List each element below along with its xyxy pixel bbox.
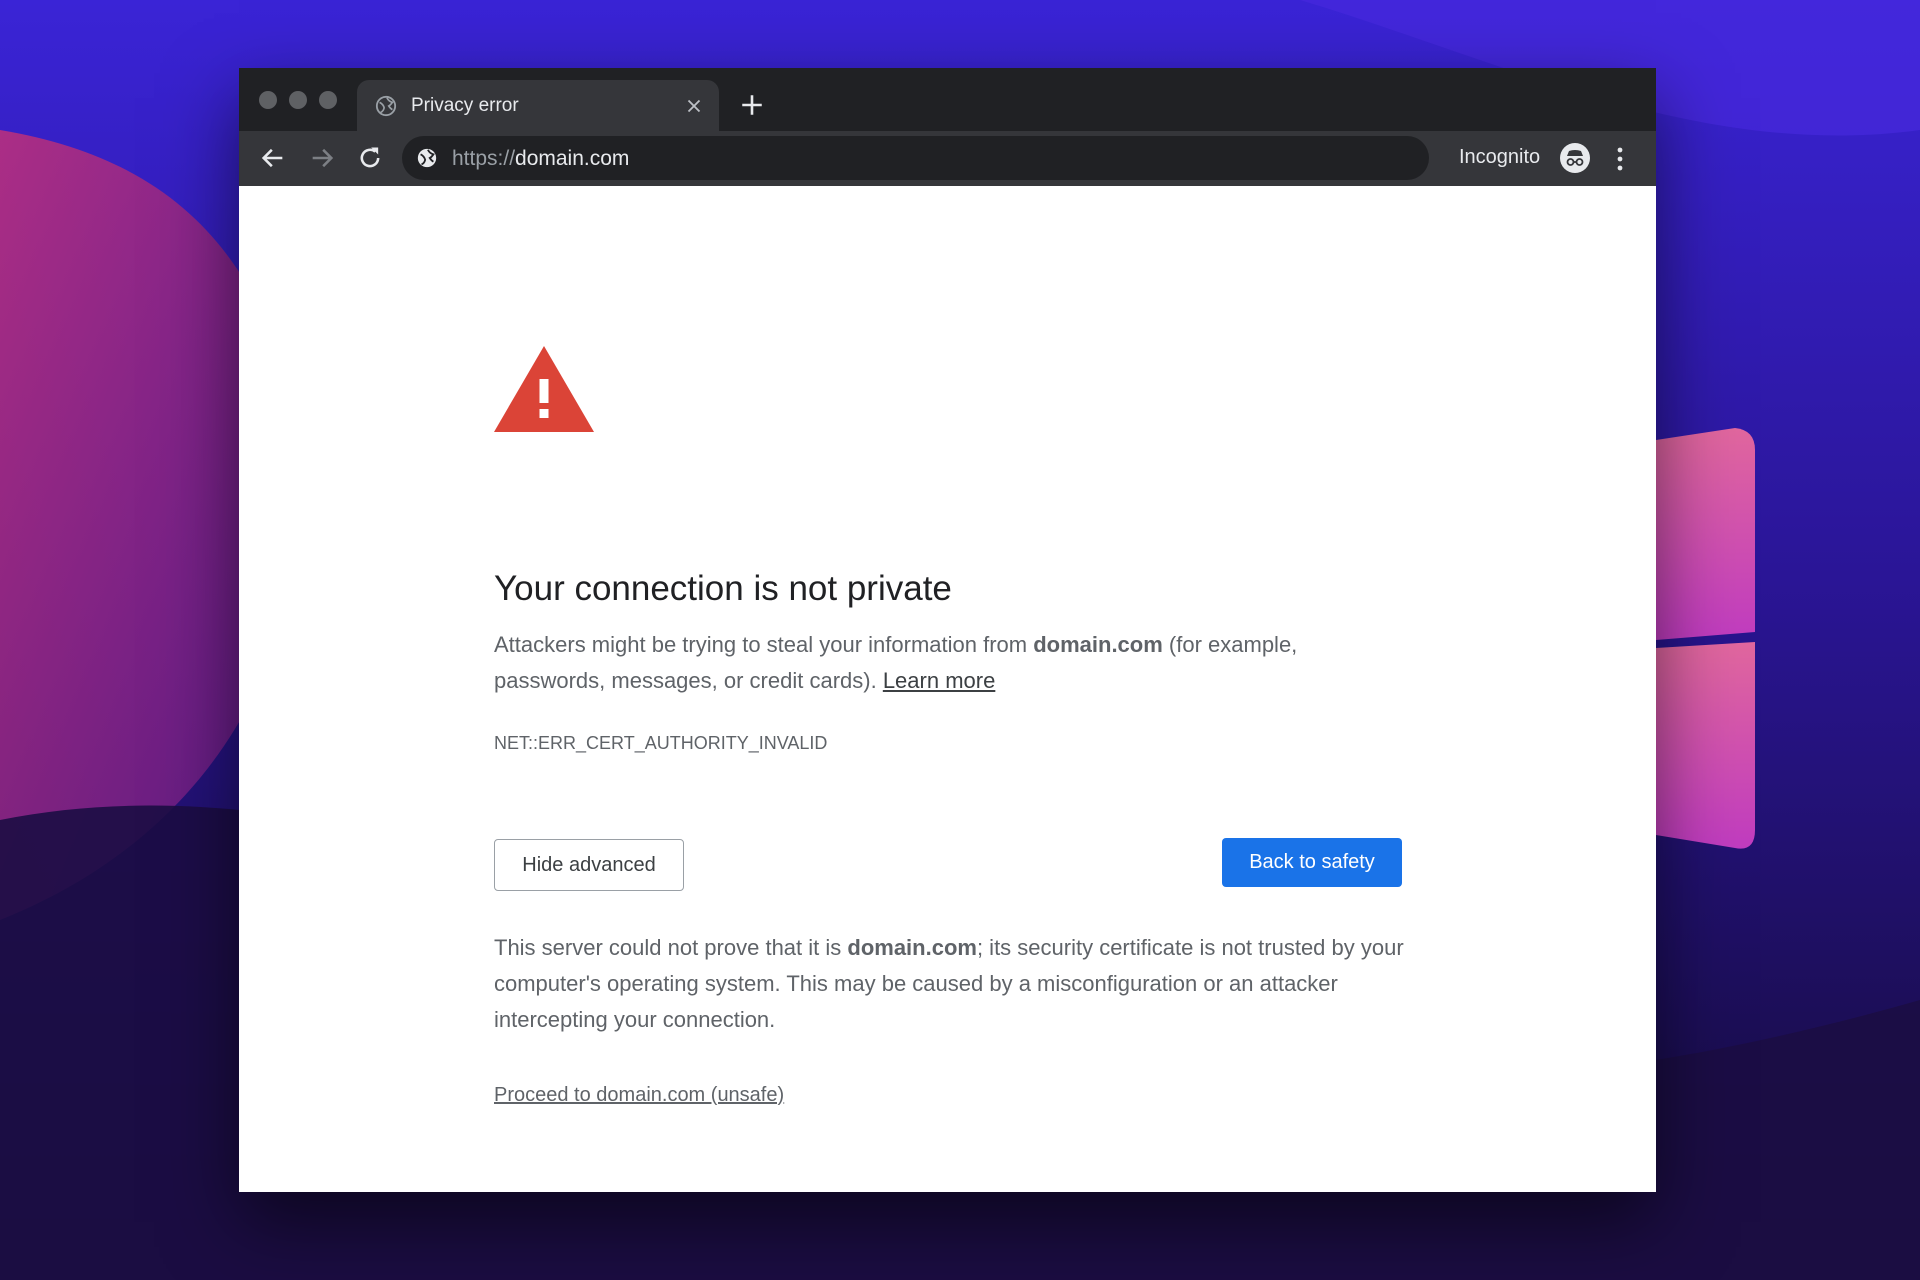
plus-icon[interactable] xyxy=(739,92,765,118)
advanced-details: This server could not prove that it is d… xyxy=(494,930,1414,1038)
learn-more-link[interactable]: Learn more xyxy=(883,668,996,693)
page-content: Your connection is not private Attackers… xyxy=(239,186,1656,1192)
hide-advanced-button[interactable]: Hide advanced xyxy=(494,839,684,891)
minimize-window-button[interactable] xyxy=(289,91,307,109)
address-bar[interactable]: https://domain.com xyxy=(402,136,1429,180)
proceed-unsafe-link[interactable]: Proceed to domain.com (unsafe) xyxy=(494,1084,784,1107)
tab-title: Privacy error xyxy=(411,95,519,116)
tab-privacy-error[interactable]: Privacy error xyxy=(357,80,719,131)
incognito-icon[interactable] xyxy=(1559,142,1591,174)
arrow-left-icon[interactable] xyxy=(259,144,287,172)
close-window-button[interactable] xyxy=(259,91,277,109)
error-code: NET::ERR_CERT_AUTHORITY_INVALID xyxy=(494,733,828,753)
details-domain: domain.com xyxy=(847,935,977,960)
url-host: domain.com xyxy=(515,147,630,170)
globe-icon[interactable] xyxy=(416,147,438,169)
warning-description: Attackers might be trying to steal your … xyxy=(494,627,1414,699)
reload-icon[interactable] xyxy=(356,144,384,172)
more-vertical-icon[interactable] xyxy=(1613,145,1627,173)
intro-domain: domain.com xyxy=(1033,632,1163,657)
url-scheme: https:// xyxy=(452,147,516,170)
details-prefix: This server could not prove that it is xyxy=(494,935,848,960)
incognito-label: Incognito xyxy=(1459,146,1541,168)
globe-icon xyxy=(375,95,397,117)
url-text[interactable]: https://domain.com xyxy=(452,147,629,171)
maximize-window-button[interactable] xyxy=(319,91,337,109)
page-title: Your connection is not private xyxy=(494,569,952,608)
warning-triangle-icon xyxy=(494,346,594,432)
intro-prefix: Attackers might be trying to steal your … xyxy=(494,632,1034,657)
close-icon[interactable] xyxy=(683,95,705,117)
back-to-safety-button[interactable]: Back to safety xyxy=(1222,838,1402,887)
title-bar: Privacy error xyxy=(239,68,1656,131)
browser-window: Privacy error https://domain.com Incogni… xyxy=(239,68,1656,1192)
navigation-toolbar: https://domain.com Incognito xyxy=(239,131,1656,186)
arrow-right-icon[interactable] xyxy=(308,144,336,172)
